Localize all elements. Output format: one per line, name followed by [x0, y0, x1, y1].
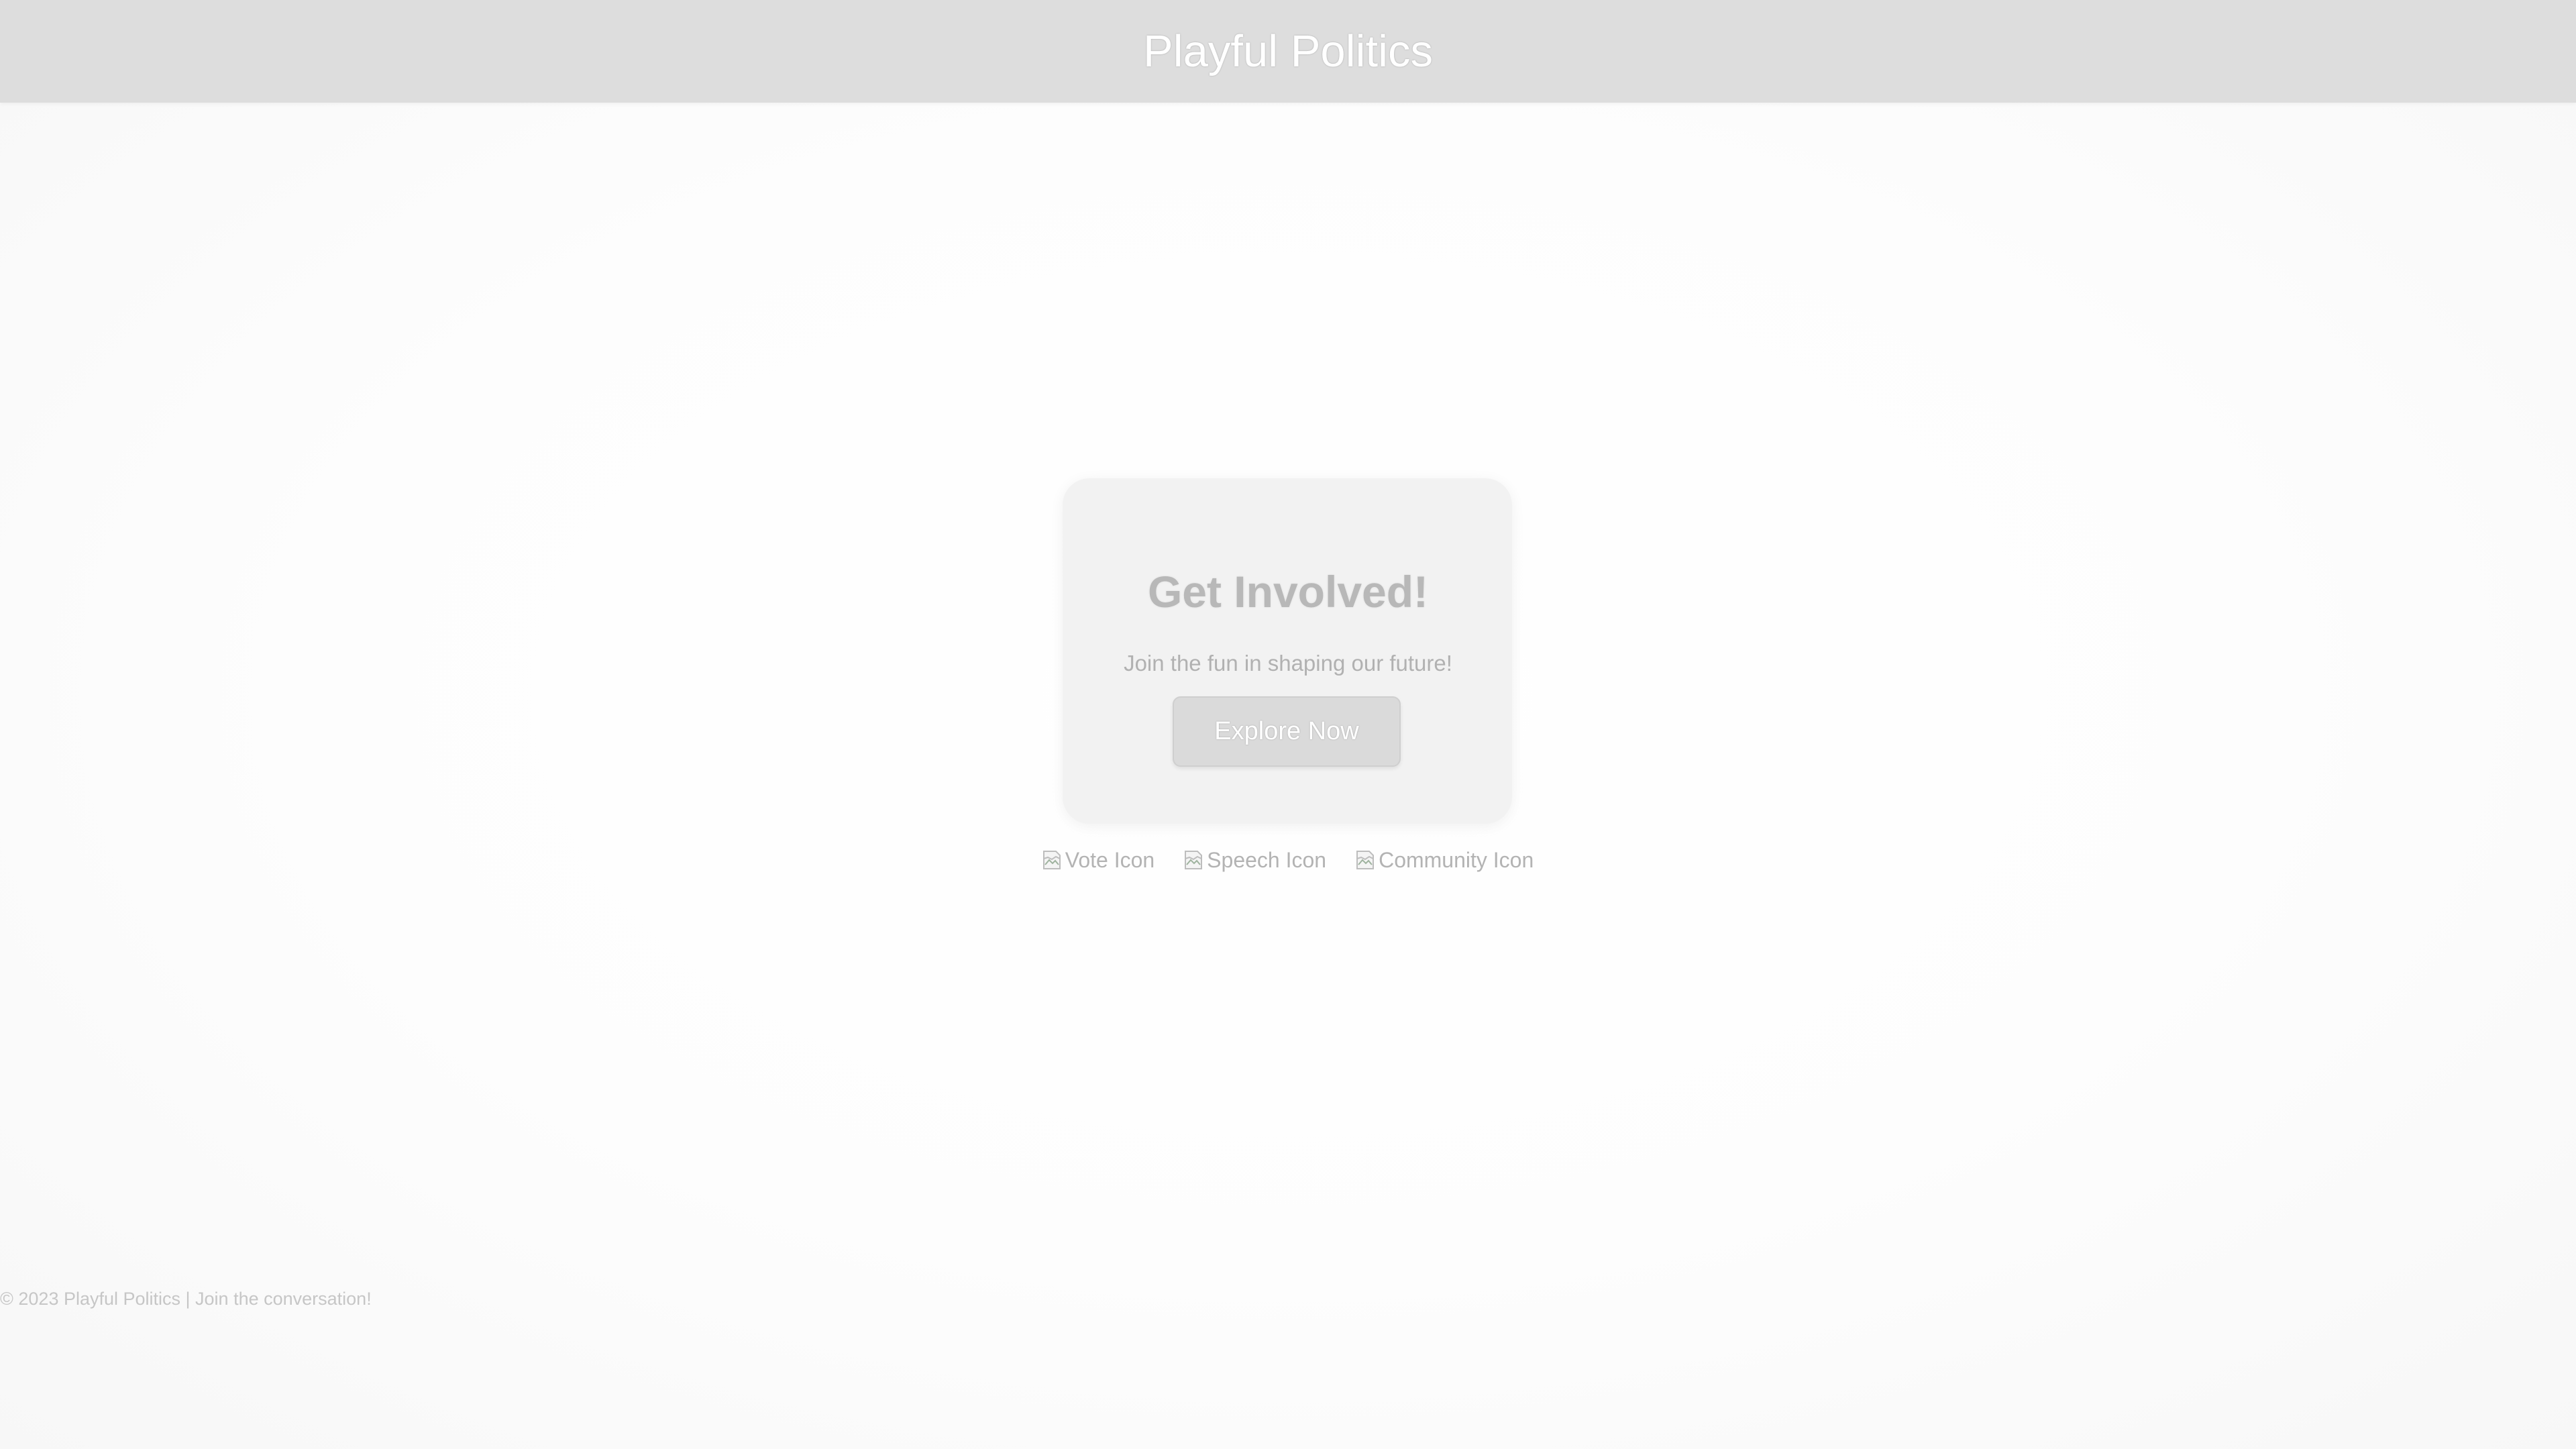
vote-icon-alt: Vote Icon — [1065, 848, 1155, 872]
speech-icon: Speech Icon — [1184, 845, 1326, 875]
site-header: Playful Politics — [0, 0, 2576, 103]
speech-icon-alt: Speech Icon — [1207, 848, 1327, 872]
broken-image-icon — [1185, 851, 1203, 869]
site-title: Playful Politics — [1143, 26, 1433, 76]
broken-image-icon — [1042, 851, 1061, 869]
community-icon-alt: Community Icon — [1379, 848, 1534, 872]
hero-subtitle: Join the fun in shaping our future! — [1124, 651, 1452, 676]
broken-image-icon — [1356, 851, 1375, 869]
community-icon: Community Icon — [1356, 845, 1534, 875]
hero-title: Get Involved! — [1147, 567, 1429, 616]
vote-icon: Vote Icon — [1042, 845, 1155, 875]
explore-now-button[interactable]: Explore Now — [1173, 696, 1401, 767]
footer-text: © 2023 Playful Politics | Join the conve… — [0, 1289, 372, 1309]
icon-row: Vote Icon Speech Icon Community Icon — [0, 845, 2576, 875]
